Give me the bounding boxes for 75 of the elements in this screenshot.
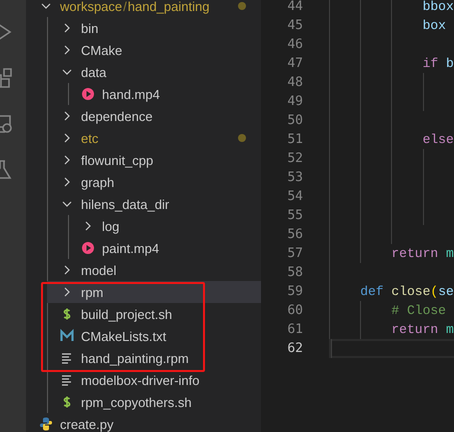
line-number: 59 — [286, 284, 304, 299]
folder-row[interactable]: hilens_data_dir — [47, 193, 261, 215]
file-row[interactable]: hand_painting.rpm — [47, 347, 261, 369]
file-row[interactable]: hand.mp4 — [68, 83, 261, 105]
line-number: 60 — [286, 303, 304, 318]
line-number: 55 — [286, 208, 304, 223]
line-number: 61 — [286, 322, 304, 337]
line-number: 54 — [286, 189, 304, 204]
play-icon — [80, 86, 96, 102]
line-number: 49 — [286, 94, 304, 109]
code-text: bbox — [422, 0, 454, 14]
file-row[interactable]: create.py — [26, 413, 261, 432]
folder-name: CMake — [81, 42, 122, 58]
line-number: 57 — [286, 246, 304, 261]
folder-name: flowunit_cpp — [81, 152, 154, 168]
file-name: paint.mp4 — [102, 240, 160, 256]
file-name: hand_painting.rpm — [81, 350, 189, 366]
folder-name: bin — [81, 20, 98, 36]
file-row[interactable]: rpm_copyothers.sh — [47, 391, 261, 413]
play-icon — [80, 240, 96, 256]
file-name: hand.mp4 — [102, 86, 160, 102]
file-name: CMakeLists.txt — [81, 328, 166, 344]
folder-row[interactable]: CMake — [47, 39, 261, 61]
folder-row[interactable]: model — [47, 259, 261, 281]
python-icon — [38, 416, 54, 432]
line-number: 51 — [286, 132, 304, 147]
code-text: def close(se — [360, 284, 454, 299]
folder-row[interactable]: log — [68, 215, 261, 237]
folder-row[interactable]: rpm — [47, 281, 261, 303]
file-name: build_project.sh — [81, 306, 172, 322]
folder-name: workspace — [60, 0, 122, 14]
modified-dot — [238, 134, 246, 142]
modified-dot — [238, 2, 246, 10]
code-text: box — [422, 18, 446, 33]
line-number: 46 — [286, 37, 304, 52]
folder-row[interactable]: workspace/hand_painting — [26, 0, 261, 17]
folder-name: hand_painting — [128, 0, 210, 14]
folder-name: graph — [81, 174, 114, 190]
line-number: 50 — [286, 113, 304, 128]
file-row[interactable]: build_project.sh — [47, 303, 261, 325]
line-number: 47 — [286, 56, 304, 71]
line-number: 53 — [286, 170, 304, 185]
folder-row[interactable]: data — [47, 61, 261, 83]
path-separator: / — [123, 0, 127, 14]
folder-name: model — [81, 262, 116, 278]
file-name: modelbox-driver-info — [81, 372, 200, 388]
line-number: 44 — [286, 0, 304, 14]
file-row[interactable]: paint.mp4 — [68, 237, 261, 259]
folder-name: rpm — [81, 284, 104, 300]
line-number: 56 — [286, 227, 304, 242]
code-text: else — [422, 132, 454, 147]
line-number: 48 — [286, 75, 304, 90]
line-number: 52 — [286, 151, 304, 166]
file-name: create.py — [60, 416, 114, 432]
folder-row[interactable]: flowunit_cpp — [47, 149, 261, 171]
folder-name: data — [81, 64, 106, 80]
folder-row[interactable]: dependence — [47, 105, 261, 127]
line-number: 62 — [286, 341, 304, 356]
folder-name: hilens_data_dir — [81, 196, 170, 212]
file-row[interactable]: modelbox-driver-info — [47, 369, 261, 391]
folder-name: dependence — [81, 108, 153, 124]
folder-name: etc — [81, 130, 98, 146]
line-number: 45 — [286, 18, 304, 33]
m-icon — [59, 328, 75, 344]
folder-row[interactable]: etc — [47, 127, 261, 149]
line-number: 58 — [286, 265, 304, 280]
code-text: return m — [391, 246, 454, 261]
code-text: # Close — [391, 303, 446, 318]
code-text: return m — [391, 322, 454, 337]
file-row[interactable]: CMakeLists.txt — [47, 325, 261, 347]
folder-name: log — [102, 218, 120, 234]
code-text: if b — [422, 56, 454, 71]
folder-row[interactable]: bin — [47, 17, 261, 39]
file-name: rpm_copyothers.sh — [81, 394, 192, 410]
folder-row[interactable]: graph — [47, 171, 261, 193]
